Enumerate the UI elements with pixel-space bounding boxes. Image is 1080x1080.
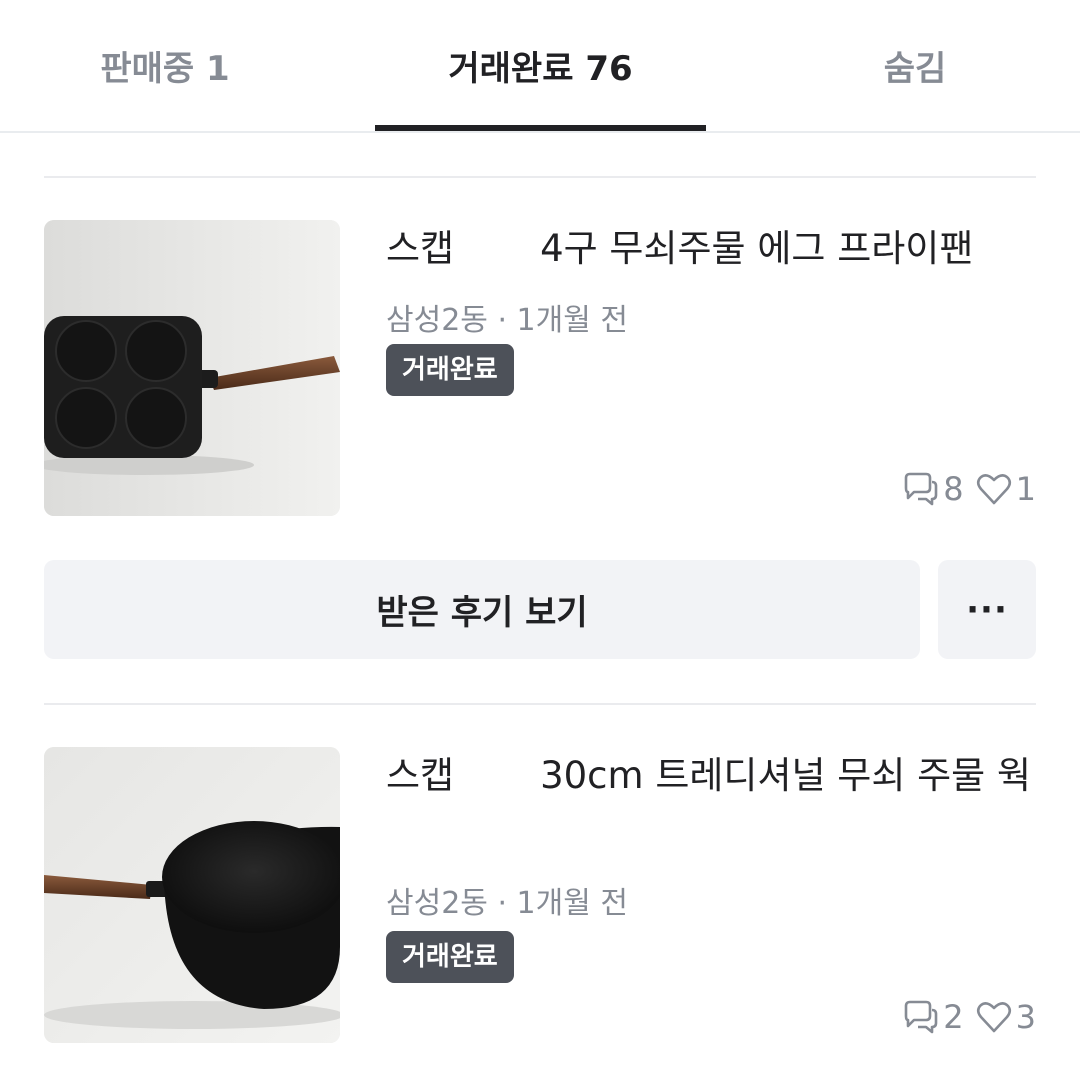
view-reviews-button[interactable]: 받은 후기 보기	[44, 560, 920, 659]
item-thumbnail[interactable]	[44, 220, 340, 516]
item-name: 4구 무쇠주물 에그 프라이팬	[540, 227, 974, 270]
chat-bubble-icon	[901, 471, 939, 507]
status-badge: 거래완료	[386, 931, 514, 983]
item-brand: 스캡	[386, 754, 455, 797]
item-stats: 2 3	[901, 998, 1036, 1036]
status-badge: 거래완료	[386, 344, 514, 396]
item-time: 1개월 전	[516, 886, 628, 921]
list-divider	[44, 176, 1036, 178]
heart-icon	[976, 1000, 1012, 1034]
item-name: 30cm 트레디셔널 무쇠 주물 웍	[540, 754, 1032, 797]
tab-completed[interactable]: 거래완료 76	[375, 0, 706, 131]
tab-hidden[interactable]: 숨김	[750, 0, 1080, 131]
list-divider	[44, 703, 1036, 705]
like-count: 3	[1015, 998, 1036, 1036]
meta-separator: ·	[497, 303, 507, 338]
comment-count: 2	[943, 998, 964, 1036]
active-tab-indicator	[375, 125, 706, 131]
item-thumbnail[interactable]	[44, 747, 340, 1043]
four-hole-egg-pan-image	[44, 220, 340, 516]
chat-bubble-icon	[901, 999, 939, 1035]
comment-count: 8	[943, 470, 964, 508]
item-meta: 삼성2동 · 1개월 전	[386, 295, 628, 339]
item-location: 삼성2동	[386, 886, 488, 921]
tab-selling[interactable]: 판매중 1	[0, 0, 330, 131]
item-brand: 스캡	[386, 227, 455, 270]
heart-icon	[976, 472, 1012, 506]
more-options-button[interactable]: ···	[938, 560, 1036, 659]
item-title[interactable]: 스캡 30cm 트레디셔널 무쇠 주물 웍	[386, 749, 1036, 803]
like-count: 1	[1015, 470, 1036, 508]
meta-separator: ·	[497, 886, 507, 921]
item-time: 1개월 전	[516, 303, 628, 338]
item-location: 삼성2동	[386, 303, 488, 338]
item-meta: 삼성2동 · 1개월 전	[386, 878, 628, 922]
item-stats: 8 1	[901, 470, 1036, 508]
cast-iron-wok-image	[44, 747, 340, 1043]
tab-bar: 판매중 1 거래완료 76 숨김	[0, 0, 1080, 133]
item-title[interactable]: 스캡 4구 무쇠주물 에그 프라이팬	[386, 222, 1036, 276]
